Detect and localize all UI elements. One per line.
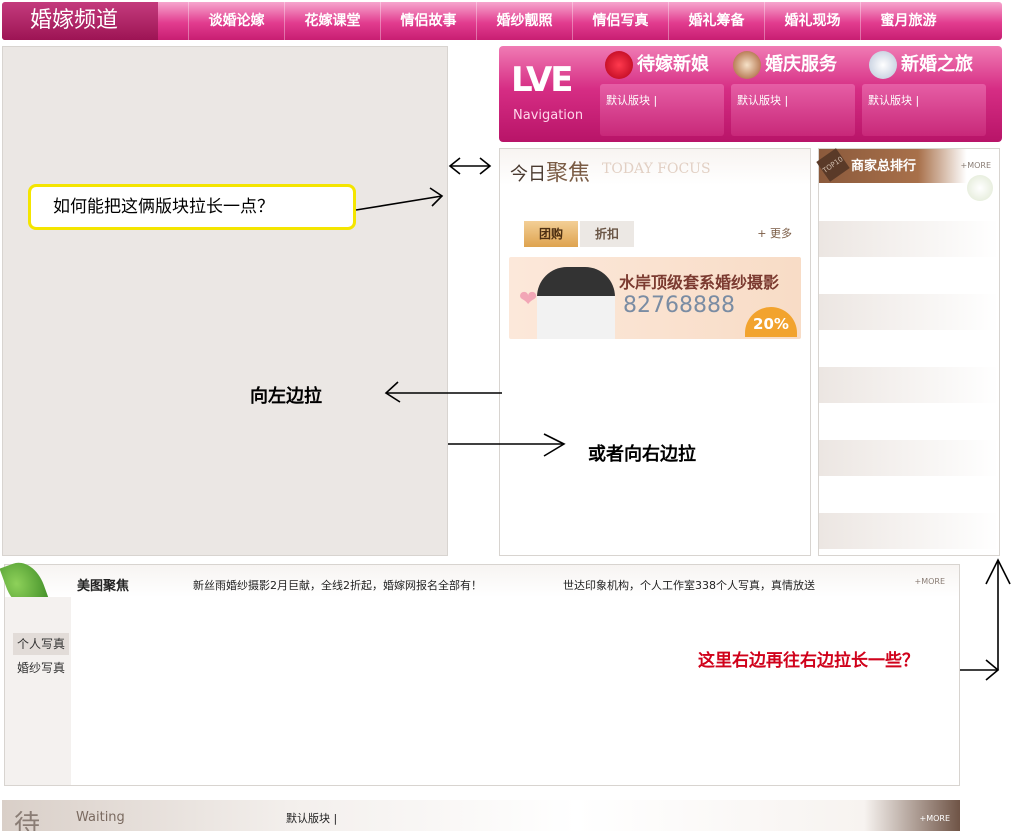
ranking-row[interactable] — [819, 513, 999, 549]
photo-focus-section: 美图聚焦 新丝雨婚纱摄影2月巨献，全线2折起，婚嫁网报名全部有！ 世达印象机构，… — [0, 556, 960, 786]
top-nav: 婚嫁频道 谈婚论嫁 花嫁课堂 情侣故事 婚纱靓照 情侣写真 婚礼筹备 婚礼现场 … — [2, 2, 1002, 40]
nav-item-6[interactable]: 婚礼筹备 — [668, 2, 764, 40]
nav-item-5[interactable]: 情侣写真 — [572, 2, 668, 40]
waiting-char: 待 — [14, 810, 41, 831]
waiting-en: Waiting — [76, 810, 125, 825]
annotation-right: 或者向右边拉 — [588, 444, 696, 465]
tab-honeymoon[interactable]: 新婚之旅 — [869, 50, 973, 79]
couple-image — [537, 267, 615, 339]
today-focus-panel: 今日聚焦 TODAY FOCUS 团购 折扣 + 更多 ❤ 水岸顶级套系婚纱摄影… — [499, 148, 811, 556]
ranking-row[interactable] — [819, 367, 999, 403]
ad-phone: 82768888 — [623, 293, 735, 318]
side-item-wedding[interactable]: 婚纱写真 — [13, 657, 69, 679]
default-block-3[interactable]: 默认版块 | — [862, 84, 986, 136]
waiting-more-link[interactable]: +MORE — [919, 814, 950, 823]
focus-title: 今日聚焦 — [510, 161, 591, 186]
focus-title-en: TODAY FOCUS — [602, 161, 711, 177]
nav-item-4[interactable]: 婚纱靓照 — [476, 2, 572, 40]
empty-content-block — [2, 46, 448, 556]
tab-bride[interactable]: 待嫁新娘 — [605, 50, 709, 79]
nav-item-3[interactable]: 情侣故事 — [380, 2, 476, 40]
arrow-double-left-head — [448, 157, 461, 175]
nav-item-1[interactable]: 谈婚论嫁 — [188, 2, 284, 40]
tab-group-buy[interactable]: 团购 — [524, 221, 578, 247]
tab-discount[interactable]: 折扣 — [580, 221, 634, 247]
waiting-section-header: 待 Waiting 默认版块 | +MORE — [2, 800, 960, 831]
rose-icon — [605, 51, 633, 79]
annotation-callout: 如何能把这俩版块拉长一点？ — [28, 184, 356, 230]
photography-ad-banner[interactable]: ❤ 水岸顶级套系婚纱摄影 82768888 20% — [509, 257, 801, 339]
cake-icon — [733, 51, 761, 79]
arrow-double-right-head — [479, 157, 492, 175]
photo-sidebar: 个人写真 婚纱写真 — [5, 597, 71, 785]
ad-text: 水岸顶级套系婚纱摄影 — [619, 273, 780, 292]
photo-header: 美图聚焦 新丝雨婚纱摄影2月巨献，全线2折起，婚嫁网报名全部有！ 世达印象机构，… — [0, 556, 959, 616]
photo-more-link[interactable]: +MORE — [914, 577, 945, 586]
ranking-row[interactable] — [819, 294, 999, 330]
ring-icon — [869, 51, 897, 79]
top10-tag: TOP10 — [816, 148, 850, 182]
ranking-title: 商家总排行 — [851, 159, 917, 174]
nav-item-2[interactable]: 花嫁课堂 — [284, 2, 380, 40]
side-item-personal[interactable]: 个人写真 — [13, 633, 69, 655]
merchant-ranking-panel: TOP10 商家总排行 +MORE — [816, 148, 1000, 556]
channel-logo[interactable]: 婚嫁频道 — [2, 2, 158, 40]
ranking-header: TOP10 商家总排行 +MORE — [816, 148, 999, 201]
heart-icon: ❤ — [519, 287, 538, 312]
news-link-2[interactable]: 世达印象机构，个人工作室338个人写真，真情放送 — [563, 577, 815, 593]
default-block[interactable]: 默认版块 | — [286, 810, 337, 826]
flower-icon — [967, 175, 993, 201]
ranking-more-link[interactable]: +MORE — [960, 161, 991, 170]
love-logo: LVE — [511, 60, 574, 100]
arrow-up-head — [985, 558, 1011, 585]
focus-more-link[interactable]: + 更多 — [757, 225, 792, 241]
discount-badge: 20% — [745, 307, 797, 337]
arrow-bottom-head — [985, 659, 1000, 681]
tab-wedding-service[interactable]: 婚庆服务 — [733, 50, 837, 79]
photo-title: 美图聚焦 — [77, 579, 130, 594]
ranking-row[interactable] — [819, 440, 999, 476]
ranking-row[interactable] — [819, 221, 999, 257]
love-subtitle: Navigation — [513, 108, 584, 123]
news-link-1[interactable]: 新丝雨婚纱摄影2月巨献，全线2折起，婚嫁网报名全部有！ — [193, 577, 482, 593]
love-navigation-banner: LVE Navigation 待嫁新娘 婚庆服务 新婚之旅 默认版块 | 默认版… — [499, 46, 1002, 142]
nav-item-8[interactable]: 蜜月旅游 — [860, 2, 956, 40]
default-block-2[interactable]: 默认版块 | — [731, 84, 855, 136]
nav-item-7[interactable]: 婚礼现场 — [764, 2, 860, 40]
focus-header: 今日聚焦 TODAY FOCUS — [500, 149, 810, 186]
annotation-bottom-note: 这里右边再往右边拉长一些？ — [698, 651, 919, 671]
annotation-left: 向左边拉 — [250, 386, 322, 407]
default-block-1[interactable]: 默认版块 | — [600, 84, 724, 136]
